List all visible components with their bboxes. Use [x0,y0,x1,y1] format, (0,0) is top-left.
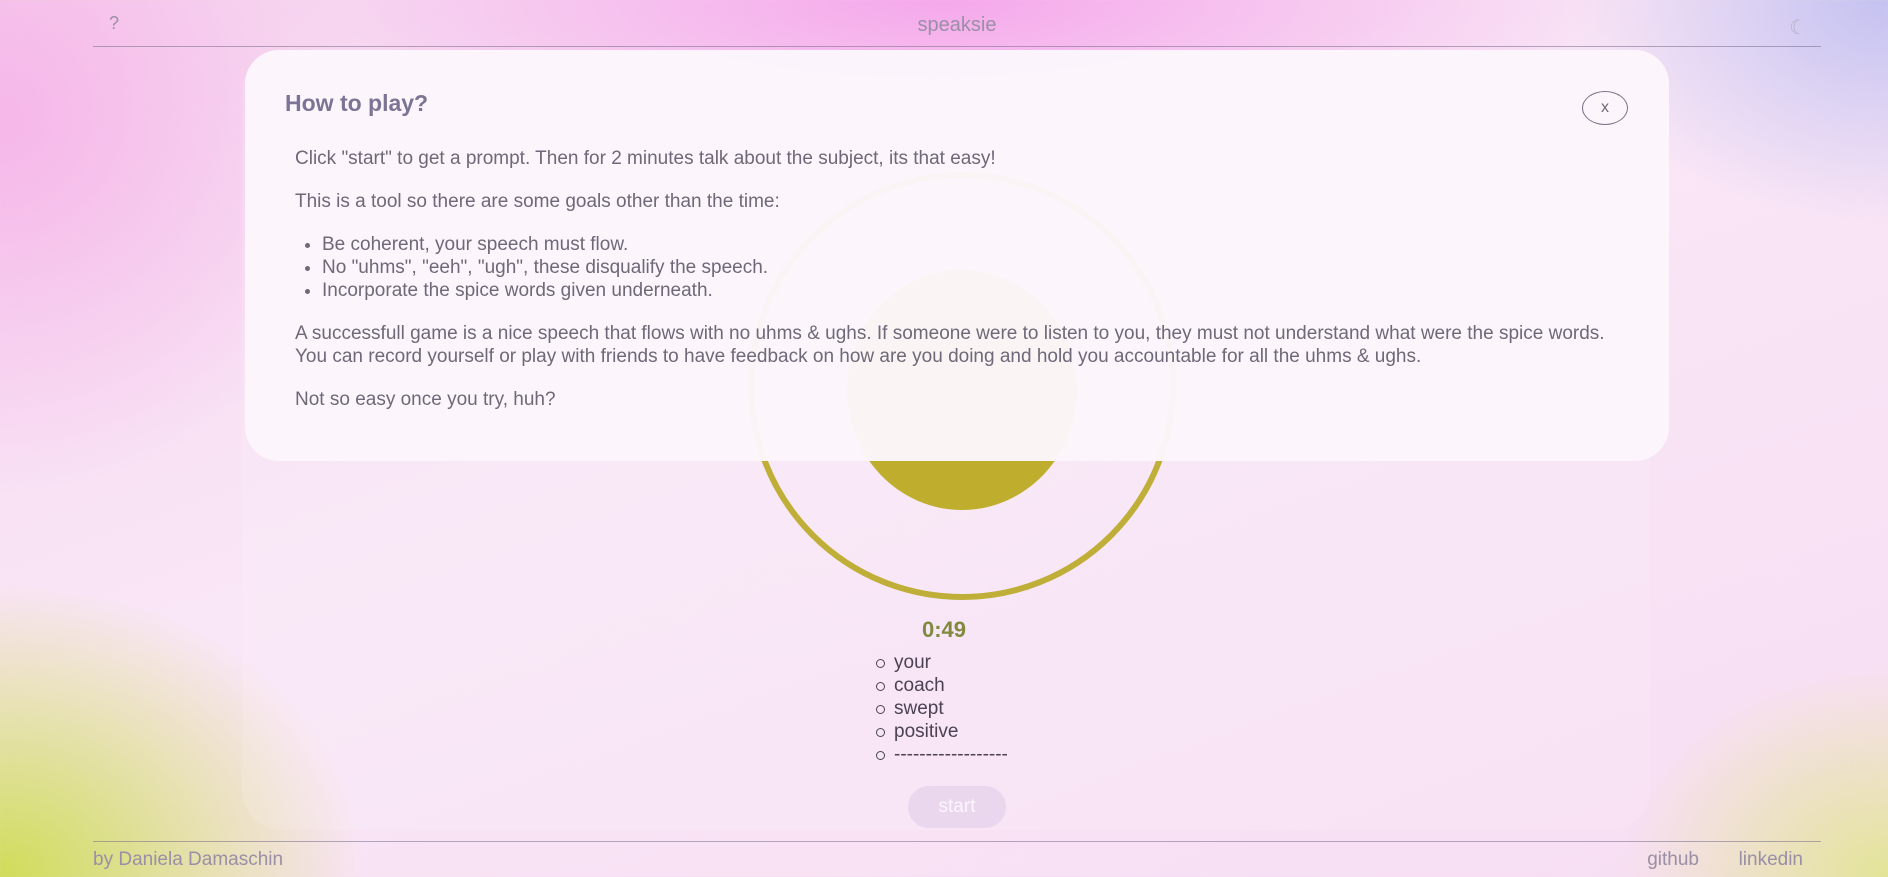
spice-word: your [876,651,1008,674]
goals-list: Be coherent, your speech must flow. No "… [295,233,1635,302]
linkedin-link[interactable]: linkedin [1739,849,1803,871]
spice-words-list: your coach swept positive --------------… [876,651,1008,766]
goal-item: Incorporate the spice words given undern… [322,279,1635,302]
spice-word: ------------------ [876,743,1008,766]
spice-word: swept [876,697,1008,720]
timer-display: 0:49 [921,617,967,642]
goals-intro-text: This is a tool so there are some goals o… [295,191,780,212]
top-bar: ? speaksie ☾ [93,0,1821,47]
footer: by Daniela Damaschin github linkedin [93,841,1821,877]
outro-text: Not so easy once you try, huh? [295,389,556,410]
modal-body: Click "start" to get a prompt. Then for … [295,147,1635,431]
modal-title: How to play? [285,90,429,116]
goal-item: Be coherent, your speech must flow. [322,233,1635,256]
theme-toggle-moon-icon[interactable]: ☾ [1789,15,1807,40]
how-to-play-modal: How to play? x Click "start" to get a pr… [245,50,1669,461]
goal-item: No "uhms", "eeh", "ugh", these disqualif… [322,256,1635,279]
start-button[interactable]: start [908,786,1006,828]
close-button[interactable]: x [1582,91,1628,125]
author-credit: by Daniela Damaschin [93,849,284,870]
app-title: speaksie [917,14,997,36]
intro-text: Click "start" to get a prompt. Then for … [295,148,996,169]
github-link[interactable]: github [1647,849,1699,871]
spice-word: coach [876,674,1008,697]
success-text: A successfull game is a nice speech that… [295,323,1605,367]
spice-word: positive [876,720,1008,743]
